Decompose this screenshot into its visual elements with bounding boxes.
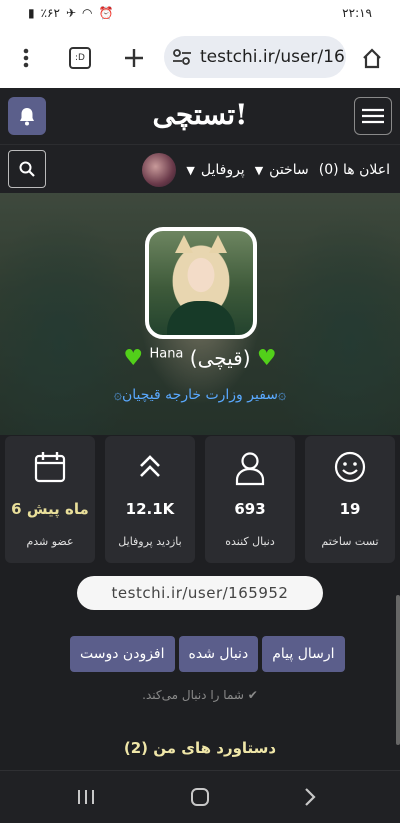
profile-picture[interactable] (145, 227, 257, 339)
new-tab-plus-icon[interactable] (118, 42, 150, 74)
profile-actions: ارسال پیام دنبال شده افزودن دوست (70, 636, 345, 672)
site-header: تستچی! (0, 88, 400, 145)
profile-link-pill[interactable]: testchi.ir/user/165952 (77, 576, 323, 610)
user-icon (205, 450, 295, 486)
menu-kebab-icon[interactable] (10, 42, 42, 74)
profile-name: ♥ (قیچی) Hana ♥ (0, 346, 400, 371)
home-icon[interactable] (356, 42, 388, 74)
home-nav-icon[interactable] (186, 785, 214, 809)
scrollbar[interactable] (396, 595, 400, 745)
browser-toolbar: :D testchi.ir/user/16 (0, 28, 400, 88)
stat-label: عضو شدم (26, 535, 74, 548)
chevron-down-icon: ▼ (254, 163, 264, 177)
recent-apps-icon[interactable] (72, 785, 100, 809)
site-logo[interactable]: تستچی! (140, 98, 260, 131)
tab-count: :D (69, 47, 91, 69)
stat-label: بازدید پروفایل (118, 535, 182, 548)
stat-card: 6 ماه پیش عضو شدم (5, 436, 95, 563)
add-friend-button[interactable]: افزودن دوست (70, 636, 175, 672)
followed-button[interactable]: دنبال شده (178, 636, 259, 672)
calendar-icon (5, 450, 95, 484)
stats-row: 19 تست ساختم 693 دنبال کننده 12.1K بازدی… (5, 436, 395, 566)
nav-items: پروفایل ▼ ساختن ▼ اعلان ها (0) (142, 153, 390, 187)
url-text: testchi.ir/user/16 (200, 47, 345, 67)
stat-label: تست ساختم (321, 535, 379, 548)
profile-subtitle: ۞سفیر وزارت خارجه قیچیان۞ (113, 387, 287, 403)
address-bar[interactable]: testchi.ir/user/16 (164, 36, 346, 78)
send-message-button[interactable]: ارسال پیام (262, 636, 345, 672)
wifi-icon: ◠ (82, 6, 93, 20)
battery-percent: ٪۶۲ (40, 6, 60, 20)
follows-you-text: شما را دنبال می‌کند. (142, 688, 244, 702)
achievements-heading: دستاورد های من (2) (123, 739, 277, 757)
bell-icon (20, 108, 34, 126)
stat-label: دنبال کننده (225, 535, 275, 548)
stat-card: 19 تست ساختم (305, 436, 395, 563)
tab-switcher-button[interactable]: :D (64, 42, 96, 74)
name-main: (قیچی) (189, 346, 251, 370)
stat-card: 693 دنبال کننده (205, 436, 295, 563)
name-latin: Hana (149, 346, 184, 362)
stat-value: 693 (234, 500, 266, 518)
alarm-icon: ⏰ (98, 6, 114, 20)
stat-value: 19 (339, 500, 361, 518)
notification-bell-button[interactable] (8, 97, 46, 135)
nav-item-label: اعلان ها (0) (318, 162, 390, 178)
nav-item-create[interactable]: ساختن ▼ (255, 162, 309, 178)
back-chevron-icon[interactable] (296, 785, 324, 809)
system-nav-bar (0, 770, 400, 823)
profile-cover: ♥ (قیچی) Hana ♥ ۞سفیر وزارت خارجه قیچیان… (0, 193, 400, 435)
nav-item-label: پروفایل (200, 162, 245, 178)
green-heart-icon: ♥ (256, 346, 277, 371)
stat-card: 12.1K بازدید پروفایل (105, 436, 195, 563)
checkmark-icon: ✔ (247, 688, 258, 702)
smiley-icon (305, 450, 395, 484)
airplane-icon: ✈ (65, 6, 77, 20)
search-icon (19, 161, 35, 177)
nav-item-label: ساختن (269, 162, 309, 178)
status-bar: ▮ ٪۶۲ ✈ ◠ ⏰ ۲۲:۱۹ (0, 0, 400, 28)
search-button[interactable] (8, 150, 46, 188)
follows-you-note: ✔ شما را دنبال می‌کند. (0, 688, 400, 702)
nav-item-notifications[interactable]: اعلان ها (0) (319, 162, 390, 178)
hamburger-icon (362, 108, 384, 124)
chevron-down-icon: ▼ (186, 163, 195, 177)
green-heart-icon: ♥ (123, 346, 144, 371)
stat-value: 6 ماه پیش (11, 500, 89, 518)
nav-bar: پروفایل ▼ ساختن ▼ اعلان ها (0) (0, 145, 400, 193)
stat-value: 12.1K (125, 500, 175, 518)
double-chevron-up-icon (105, 450, 195, 484)
status-time: ۲۲:۱۹ (342, 6, 372, 20)
site-settings-icon[interactable] (172, 48, 192, 70)
nav-avatar[interactable] (142, 153, 177, 187)
nav-item-profile[interactable]: پروفایل ▼ (186, 162, 244, 178)
status-icons: ▮ ٪۶۲ ✈ ◠ ⏰ (28, 6, 113, 20)
battery-icon: ▮ (28, 6, 35, 20)
hamburger-menu-button[interactable] (354, 97, 392, 135)
